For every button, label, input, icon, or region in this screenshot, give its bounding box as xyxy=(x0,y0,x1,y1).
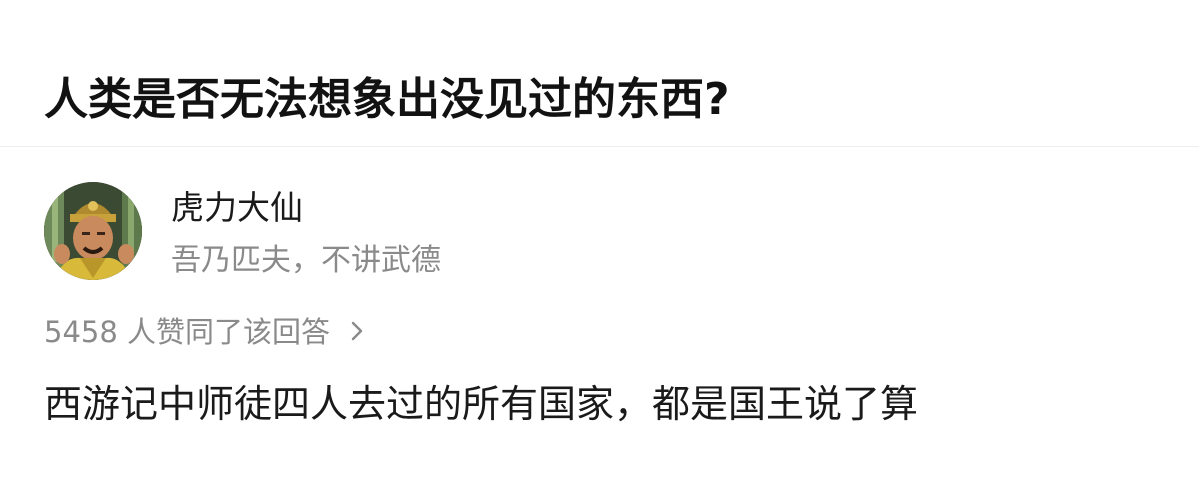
vote-count-text: 5458 人赞同了该回答 xyxy=(44,315,331,349)
question-title[interactable]: 人类是否无法想象出没见过的东西? xyxy=(44,70,730,130)
vote-count-link[interactable]: 5458 人赞同了该回答 xyxy=(44,312,364,352)
author-avatar[interactable] xyxy=(44,182,142,280)
author-name[interactable]: 虎力大仙 xyxy=(171,186,303,230)
avatar-portrait-icon xyxy=(44,182,142,280)
divider xyxy=(0,146,1199,147)
author-bio: 吾乃匹夫，不讲武德 xyxy=(171,243,441,278)
chevron-right-icon xyxy=(350,312,364,352)
answer-content[interactable]: 西游记中师徒四人去过的所有国家，都是国王说了算 xyxy=(44,376,918,432)
